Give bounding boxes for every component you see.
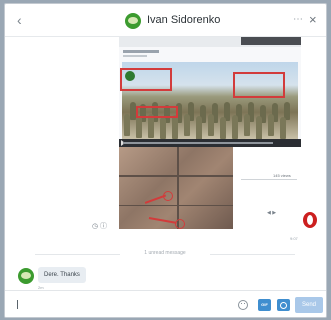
message-input[interactable]	[13, 295, 239, 317]
avatar[interactable]	[125, 13, 141, 29]
satellite-image[interactable]	[119, 147, 233, 229]
video-controls[interactable]	[119, 139, 301, 147]
previous-attachment[interactable]	[119, 37, 301, 47]
logo-highlight	[120, 68, 172, 91]
avatar[interactable]	[18, 268, 34, 284]
send-button[interactable]: Send	[295, 297, 323, 313]
incoming-message-time: 2m	[38, 285, 44, 289]
chat-header: ‹ Ivan Sidorenko ⋯ ×	[5, 4, 326, 37]
chat-window: ‹ Ivan Sidorenko ⋯ × 145 views ◀ ▶ ◷ ⓘ 9…	[4, 3, 327, 318]
clock-icon: ◷ ⓘ	[92, 223, 108, 230]
unread-divider: 1 unread message	[35, 249, 295, 259]
emoji-icon[interactable]	[238, 300, 248, 310]
close-icon[interactable]: ×	[309, 12, 317, 27]
unread-label: 1 unread message	[144, 250, 186, 256]
message-time: 9:07	[290, 236, 298, 241]
contact-name[interactable]: Ivan Sidorenko	[147, 14, 220, 26]
volume-icon[interactable]: ◀ ▶	[267, 210, 276, 216]
highlight-box	[136, 106, 178, 118]
ellipsis-icon[interactable]: ⋯	[293, 14, 304, 25]
shared-article-image[interactable]	[119, 47, 301, 139]
highlight-box	[233, 72, 285, 98]
camera-icon[interactable]	[277, 299, 290, 311]
opera-icon[interactable]	[303, 212, 317, 228]
views-count: 145 views	[273, 173, 291, 178]
video-progress[interactable]	[123, 142, 273, 144]
incoming-message[interactable]: Dere. Thanks	[38, 267, 86, 283]
video-side-panel: 145 views	[233, 147, 301, 180]
logo	[125, 71, 135, 81]
gif-button[interactable]: GIF	[258, 299, 271, 311]
back-icon[interactable]: ‹	[17, 12, 22, 28]
text-cursor	[17, 300, 18, 309]
message-composer: GIF Send	[5, 290, 326, 317]
message-list[interactable]: 145 views ◀ ▶ ◷ ⓘ 9:07 1 unread message …	[5, 37, 326, 289]
